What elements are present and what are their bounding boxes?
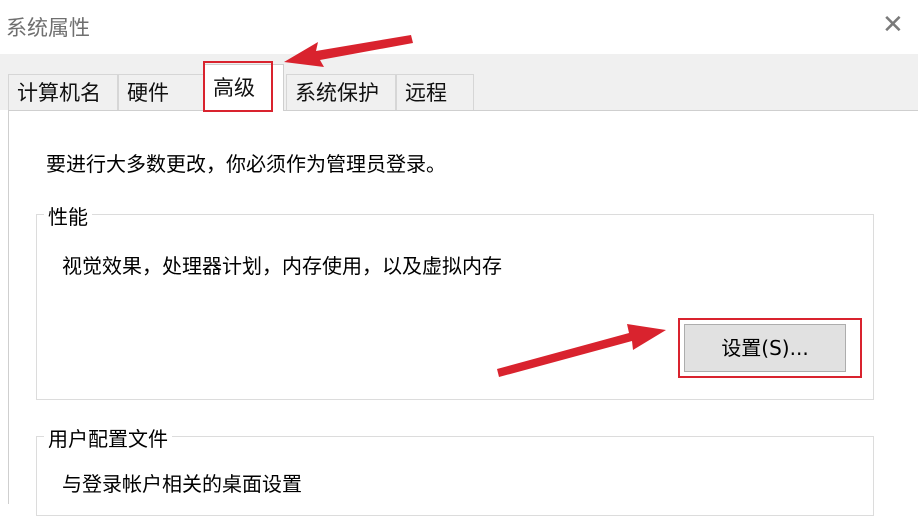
annotation-arrows xyxy=(284,35,666,377)
arrow-to-settings-button xyxy=(497,324,666,377)
arrow-to-advanced-tab xyxy=(284,35,413,67)
